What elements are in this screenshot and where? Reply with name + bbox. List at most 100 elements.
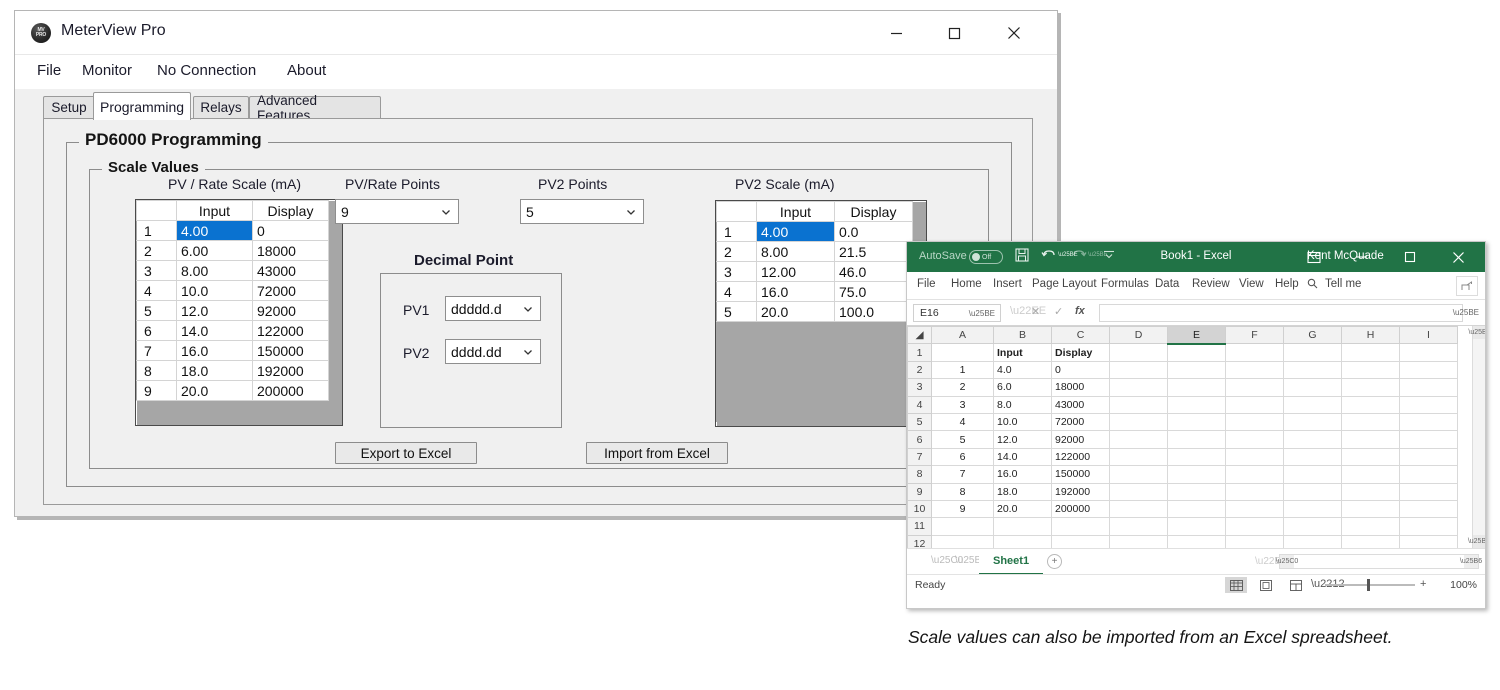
excel-vertical-scrollbar[interactable]: \u25B2 \u25BC (1468, 326, 1485, 548)
tab-advanced-features[interactable]: Advanced Features (249, 93, 381, 123)
row-header-11[interactable]: 11 (907, 517, 932, 536)
cell[interactable]: 2 (931, 378, 994, 397)
cell[interactable] (1167, 395, 1226, 414)
cell[interactable] (1225, 482, 1284, 501)
cell[interactable] (1109, 412, 1168, 432)
cell[interactable] (1109, 378, 1168, 397)
cell[interactable] (1167, 517, 1226, 536)
ribbon-tab-review[interactable]: Review (1192, 278, 1230, 290)
cell[interactable]: 150000 (1051, 465, 1110, 484)
tab-relays[interactable]: Relays (193, 96, 249, 118)
cell[interactable] (1051, 517, 1110, 536)
input-cell[interactable]: 10.0 (176, 280, 253, 301)
input-cell[interactable]: 20.0 (176, 380, 253, 401)
cell[interactable] (1399, 378, 1458, 397)
expand-formula-bar-icon[interactable]: \u25BE (1453, 308, 1479, 317)
cell[interactable] (1109, 499, 1168, 519)
cell[interactable] (1283, 412, 1342, 432)
cell[interactable] (1283, 482, 1342, 501)
save-icon[interactable] (1015, 248, 1029, 262)
excel-close-button[interactable] (1439, 242, 1477, 272)
cell[interactable] (1167, 482, 1226, 501)
column-header-d[interactable]: D (1109, 326, 1168, 345)
excel-row[interactable]: 2 1 4.0 0 (907, 360, 1458, 380)
cell[interactable]: 8.0 (993, 395, 1052, 414)
table-row[interactable]: 9 20.0 200000 (136, 380, 329, 401)
input-cell[interactable]: 4.00 (756, 221, 835, 242)
cell[interactable] (1399, 395, 1458, 414)
cell[interactable] (1225, 517, 1284, 536)
cell[interactable]: 14.0 (993, 447, 1052, 467)
display-cell[interactable]: 21.5 (834, 241, 913, 262)
tab-setup[interactable]: Setup (43, 96, 95, 118)
pv2-scale-table[interactable]: Input Display 1 4.00 0.0 2 8.00 21.5 3 12.00 46.0 4… (716, 201, 913, 422)
cell[interactable]: 16.0 (993, 465, 1052, 484)
cell[interactable] (1167, 465, 1226, 484)
ribbon-display-options-icon[interactable] (1295, 242, 1333, 272)
row-header-3[interactable]: 3 (907, 378, 932, 397)
cell[interactable] (1167, 412, 1226, 432)
table-row[interactable]: 7 16.0 150000 (136, 340, 329, 361)
input-cell[interactable]: 16.0 (756, 281, 835, 302)
insert-function-icon[interactable]: fx (1075, 305, 1085, 317)
cell[interactable]: 3 (931, 395, 994, 414)
row-header-8[interactable]: 8 (907, 465, 932, 484)
pv2-scale-table-wrap[interactable]: Input Display 1 4.00 0.0 2 8.00 21.5 3 12.00 46.0 4… (715, 200, 927, 427)
cell[interactable] (1341, 343, 1400, 362)
excel-row[interactable]: 12 (907, 534, 1458, 548)
pv1-decimal-select[interactable]: ddddd.d (445, 296, 541, 321)
cell[interactable] (1167, 534, 1226, 548)
share-icon[interactable] (1456, 276, 1478, 296)
cell[interactable]: Input (993, 343, 1052, 362)
import-from-excel-button[interactable]: Import from Excel (586, 442, 728, 464)
cell[interactable]: 0 (1051, 360, 1110, 380)
select-all-icon[interactable]: ◢ (907, 326, 932, 345)
cell[interactable] (1225, 499, 1284, 519)
excel-row[interactable]: 10 9 20.0 200000 (907, 499, 1458, 519)
display-cell[interactable]: 18000 (252, 240, 329, 261)
table-row[interactable]: 5 12.0 92000 (136, 300, 329, 321)
cell[interactable] (1341, 447, 1400, 467)
input-cell[interactable]: 12.0 (176, 300, 253, 321)
ribbon-tab-page-layout[interactable]: Page Layout (1032, 278, 1097, 290)
normal-view-icon[interactable] (1225, 577, 1247, 593)
scroll-right-icon[interactable]: \u25B6 (1460, 555, 1482, 568)
cell[interactable]: Display (1051, 343, 1110, 362)
scroll-up-icon[interactable]: \u25B2 (1468, 326, 1485, 339)
cell[interactable] (1109, 534, 1168, 548)
enter-formula-icon[interactable]: ✓ (1054, 305, 1063, 318)
ribbon-tab-formulas[interactable]: Formulas (1101, 278, 1149, 290)
row-header-12[interactable]: 12 (907, 534, 932, 548)
tab-programming[interactable]: Programming (93, 92, 191, 120)
cell[interactable] (1109, 482, 1168, 501)
cell[interactable]: 200000 (1051, 499, 1110, 519)
excel-grid[interactable]: ◢ A B C D E F G H I 1 Input Display 2 1 4.0 0 3 2 6.0 18000 4… (907, 326, 1458, 548)
row-header-9[interactable]: 9 (907, 482, 932, 501)
display-cell[interactable]: 0 (252, 220, 329, 241)
display-cell[interactable]: 75.0 (834, 281, 913, 302)
excel-maximize-button[interactable] (1391, 242, 1429, 272)
cell[interactable] (1399, 343, 1458, 362)
excel-minimize-button[interactable] (1343, 242, 1381, 272)
table-row[interactable]: 2 6.00 18000 (136, 240, 329, 261)
maximize-button[interactable] (931, 11, 977, 55)
cell[interactable]: 18000 (1051, 378, 1110, 397)
cell[interactable]: 5 (931, 430, 994, 449)
table-row[interactable]: 4 16.0 75.0 (716, 281, 913, 302)
display-cell[interactable]: 122000 (252, 320, 329, 341)
cell[interactable]: 6 (931, 447, 994, 467)
excel-row[interactable]: 5 4 10.0 72000 (907, 412, 1458, 432)
cell[interactable] (1399, 465, 1458, 484)
row-header-5[interactable]: 5 (907, 412, 932, 432)
menu-item-about[interactable]: About (287, 62, 326, 79)
cell[interactable]: 92000 (1051, 430, 1110, 449)
cell[interactable]: 10.0 (993, 412, 1052, 432)
display-cell[interactable]: 192000 (252, 360, 329, 381)
ribbon-tab-help[interactable]: Help (1275, 278, 1299, 290)
cell[interactable] (993, 534, 1052, 548)
table-row[interactable]: 2 8.00 21.5 (716, 241, 913, 262)
cell[interactable] (1109, 360, 1168, 380)
row-header-1[interactable]: 1 (907, 343, 932, 362)
cell[interactable] (931, 517, 994, 536)
column-header-a[interactable]: A (931, 326, 994, 345)
